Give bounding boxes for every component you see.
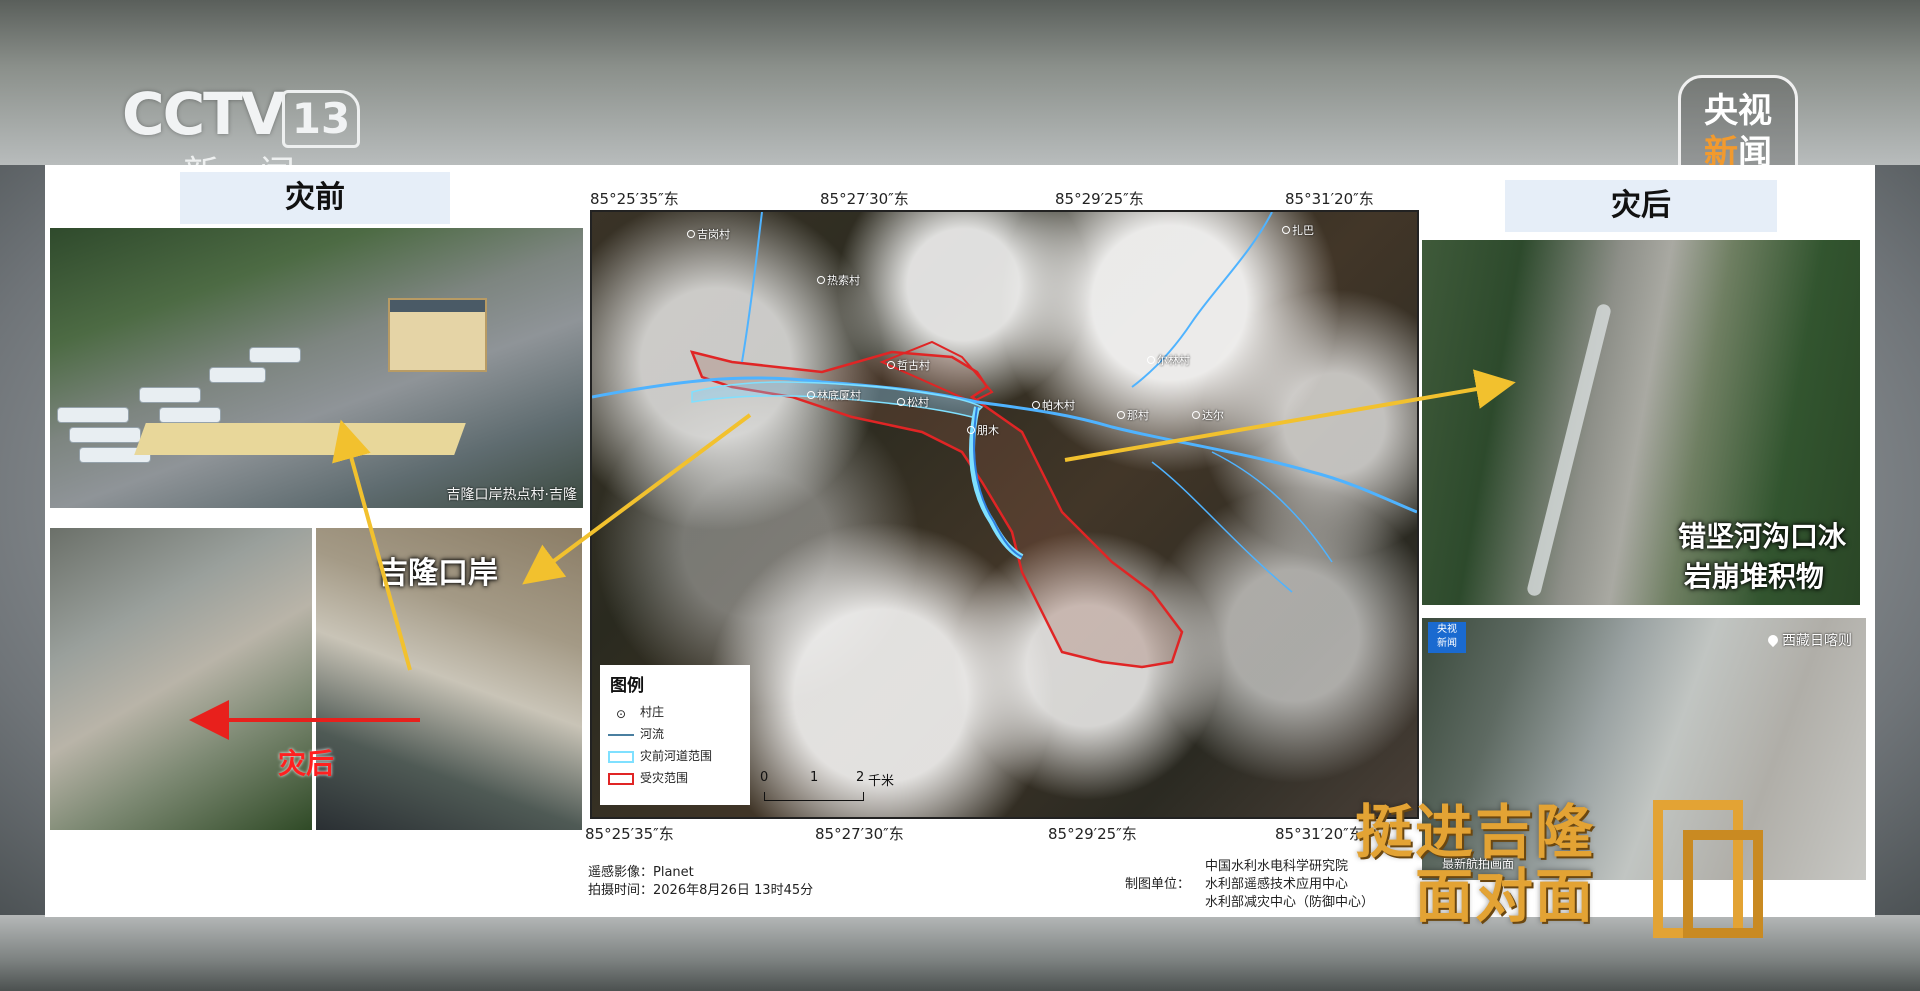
program-title-line2: 面对面 <box>1415 862 1596 930</box>
arrow-port-to-before <box>332 419 412 671</box>
program-emblem-icon <box>1653 800 1763 938</box>
arrows-overlay <box>189 369 1516 740</box>
arrow-map-to-after <box>1064 369 1516 462</box>
program-title-line1: 挺进吉隆 <box>1355 798 1596 866</box>
arrow-map-to-port <box>522 413 752 585</box>
program-title: 挺进吉隆 面对面 <box>1355 800 1595 928</box>
